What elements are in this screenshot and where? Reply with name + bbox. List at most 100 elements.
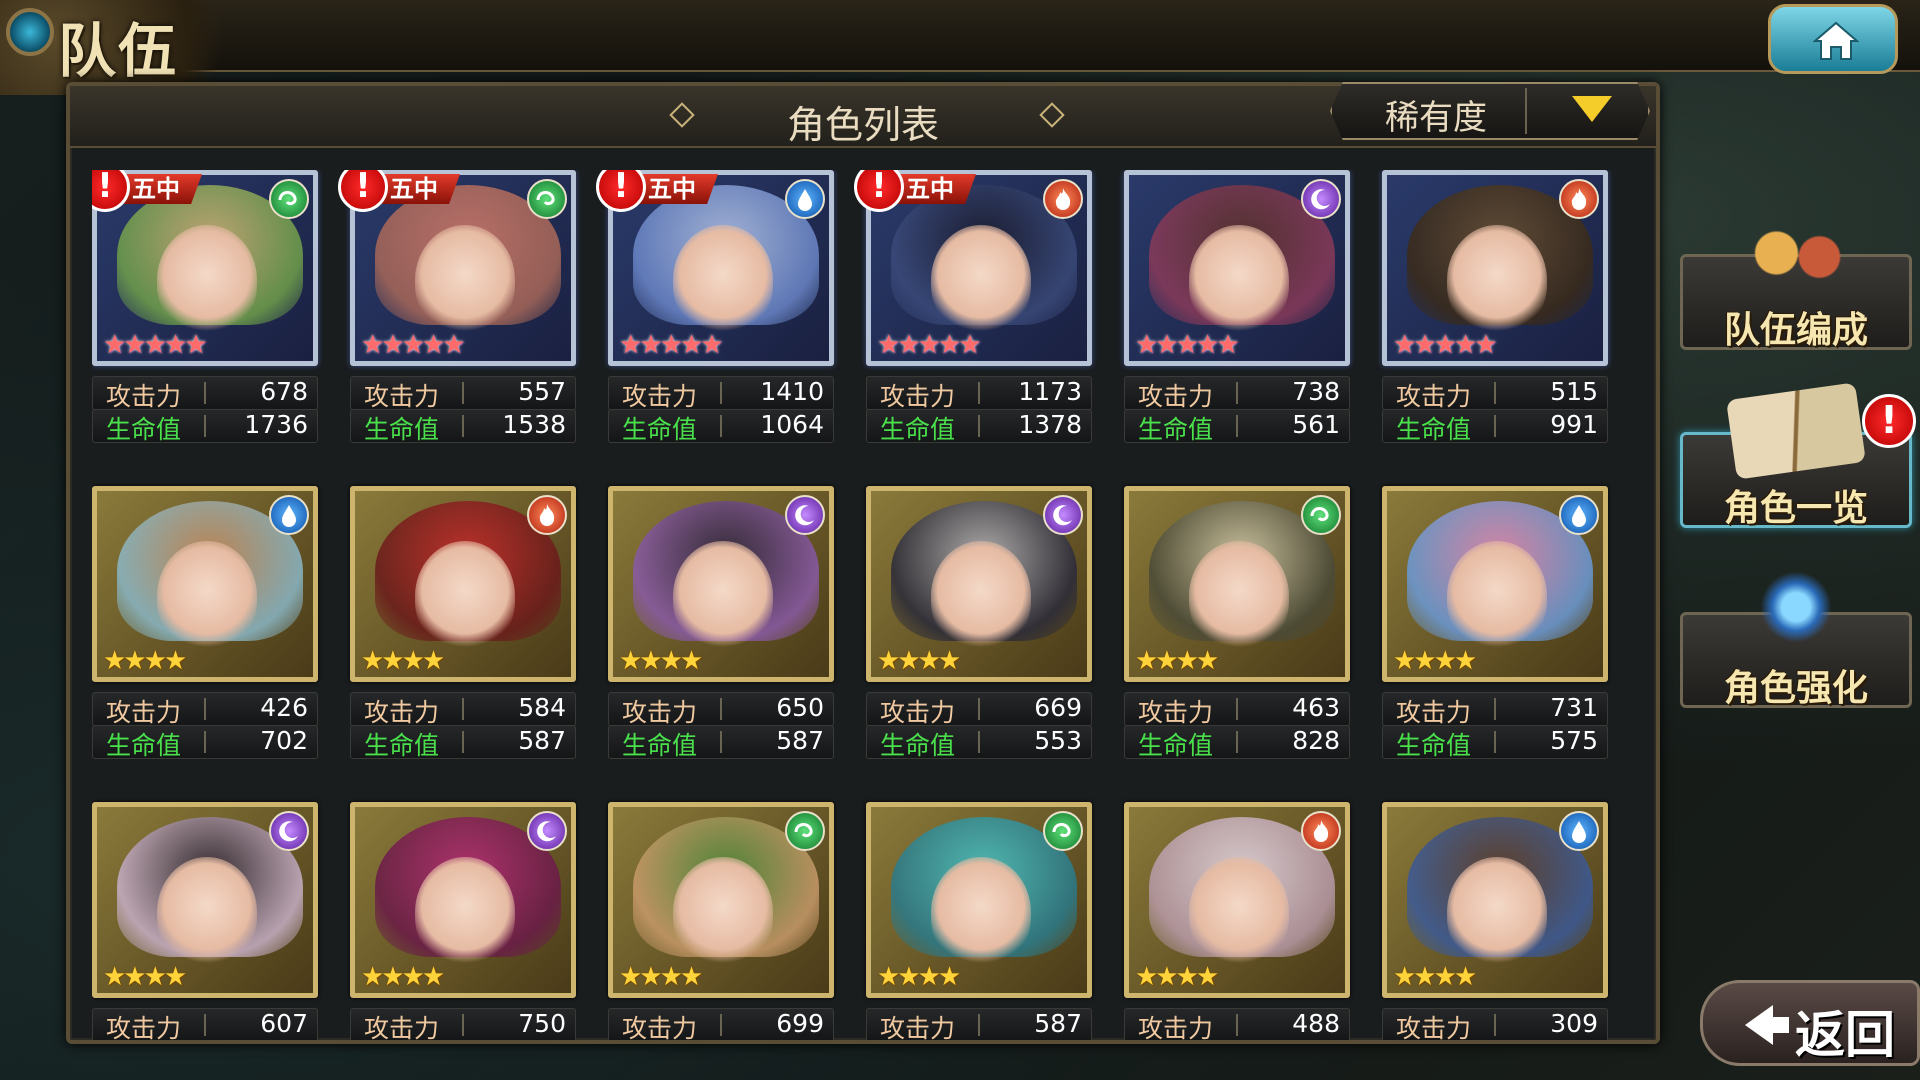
attack-value: 750	[518, 1009, 566, 1038]
character-card[interactable]: ★★★★ 攻击力 650 生命值 587	[608, 486, 834, 786]
screen-title: 队伍	[58, 17, 179, 85]
character-card[interactable]: ★★★★★ 攻击力 515 生命值 991	[1382, 170, 1608, 470]
attack-value: 699	[776, 1009, 824, 1038]
stat-divider	[720, 415, 722, 437]
attack-value: 607	[260, 1009, 308, 1038]
character-card[interactable]: ★★★★★ 五中! 攻击力 1410 生命值 1064	[596, 170, 834, 470]
portrait-face	[673, 541, 773, 651]
character-portrait[interactable]: ★★★★	[1382, 802, 1608, 998]
attack-value: 309	[1550, 1009, 1598, 1038]
hp-value: 587	[518, 726, 566, 755]
rarity-stars: ★★★★	[103, 962, 187, 992]
rarity-stars: ★★★★★	[619, 330, 724, 360]
character-card[interactable]: ★★★★ 攻击力 463 生命值 828	[1124, 486, 1350, 786]
wind-element-icon	[785, 811, 825, 851]
character-card[interactable]: ★★★★ 攻击力 750	[350, 802, 576, 1040]
enhance-crystal-icon	[1731, 571, 1861, 651]
portrait-face	[157, 857, 257, 967]
character-grid: ★★★★★ 五中! 攻击力 678 生命值 1736 ★★★★★ 五中! 攻击力 557 生命值 15…	[92, 170, 1652, 1040]
attack-value: 1410	[760, 377, 824, 406]
sort-dropdown[interactable]: 稀有度	[1330, 82, 1650, 140]
stat-divider	[978, 731, 980, 753]
character-portrait[interactable]: ★★★★	[92, 486, 318, 682]
stat-divider	[1494, 382, 1496, 404]
stat-divider	[1494, 731, 1496, 753]
portrait-face	[415, 541, 515, 651]
character-portrait[interactable]: ★★★★	[608, 486, 834, 682]
attack-label: 攻击力	[364, 1014, 440, 1040]
hp-stat: 生命值 702	[92, 725, 318, 760]
stat-divider	[1494, 1014, 1496, 1036]
portrait-face	[1447, 857, 1547, 967]
character-card[interactable]: ★★★★ 攻击力 426 生命值 702	[92, 486, 318, 786]
character-portrait[interactable]: ★★★★★	[1382, 170, 1608, 366]
character-card[interactable]: ★★★★★ 五中! 攻击力 678 生命值 1736	[92, 170, 318, 470]
stat-divider	[462, 698, 464, 720]
character-portrait[interactable]: ★★★★	[1382, 486, 1608, 682]
character-portrait[interactable]: ★★★★	[350, 486, 576, 682]
character-card[interactable]: ★★★★★ 五中! 攻击力 1173 生命值 1378	[854, 170, 1092, 470]
rarity-stars: ★★★★★	[1135, 330, 1240, 360]
hp-value: 553	[1034, 726, 1082, 755]
portrait-face	[1447, 541, 1547, 651]
character-card[interactable]: ★★★★ 攻击力 584 生命值 587	[350, 486, 576, 786]
gear-icon	[6, 8, 54, 56]
hp-stat: 生命值 1378	[866, 409, 1092, 444]
character-card[interactable]: ★★★★ 攻击力 309	[1382, 802, 1608, 1040]
dark-element-icon	[785, 495, 825, 535]
fire-element-icon	[527, 495, 567, 535]
hp-stat: 生命值 991	[1382, 409, 1608, 444]
attack-label: 攻击力	[106, 698, 182, 727]
character-card[interactable]: ★★★★ 攻击力 607	[92, 802, 318, 1040]
character-portrait[interactable]: ★★★★	[866, 486, 1092, 682]
team-formation-button[interactable]: 队伍编成	[1680, 213, 1912, 351]
stat-divider	[204, 698, 206, 720]
character-portrait[interactable]: ★★★★	[866, 802, 1092, 998]
hp-value: 828	[1292, 726, 1340, 755]
character-portrait[interactable]: ★★★★	[1124, 802, 1350, 998]
character-card[interactable]: ★★★★ 攻击力 587	[866, 802, 1092, 1040]
home-button[interactable]	[1768, 4, 1898, 74]
attack-label: 攻击力	[1396, 382, 1472, 411]
chevron-down-icon[interactable]	[1572, 96, 1612, 122]
character-portrait[interactable]: ★★★★★	[1124, 170, 1350, 366]
stat-divider	[1236, 1014, 1238, 1036]
character-card[interactable]: ★★★★★ 攻击力 738 生命值 561	[1124, 170, 1350, 470]
stat-divider	[204, 415, 206, 437]
hp-value: 991	[1550, 410, 1598, 439]
character-enhance-button[interactable]: 角色强化	[1680, 571, 1912, 709]
attack-label: 攻击力	[1396, 1014, 1472, 1040]
fire-element-icon	[1301, 811, 1341, 851]
character-portrait[interactable]: ★★★★	[92, 802, 318, 998]
attack-label: 攻击力	[1138, 382, 1214, 411]
attack-label: 攻击力	[880, 382, 956, 411]
hp-label: 生命值	[622, 731, 698, 760]
character-card[interactable]: ★★★★ 攻击力 488	[1124, 802, 1350, 1040]
stat-divider	[720, 1014, 722, 1036]
rarity-stars: ★★★★	[877, 646, 961, 676]
rarity-stars: ★★★★	[1393, 646, 1477, 676]
character-list-button[interactable]: 角色一览	[1680, 382, 1912, 529]
hp-value: 1736	[244, 410, 308, 439]
character-portrait[interactable]: ★★★★	[1124, 486, 1350, 682]
attack-value: 669	[1034, 693, 1082, 722]
rarity-stars: ★★★★★	[1393, 330, 1498, 360]
character-card[interactable]: ★★★★★ 五中! 攻击力 557 生命值 1538	[338, 170, 576, 470]
stat-divider	[462, 1014, 464, 1036]
back-button[interactable]: 返回	[1700, 980, 1920, 1066]
attack-value: 557	[518, 377, 566, 406]
character-card[interactable]: ★★★★ 攻击力 669 生命值 553	[866, 486, 1092, 786]
character-portrait[interactable]: ★★★★	[608, 802, 834, 998]
attack-stat: 攻击力 587	[866, 1008, 1092, 1040]
portrait-face	[1189, 857, 1289, 967]
hp-label: 生命值	[622, 415, 698, 444]
in-team-tag: 五中	[898, 174, 976, 204]
stat-divider	[1236, 698, 1238, 720]
character-list-label: 角色一览	[1723, 488, 1868, 529]
portrait-face	[415, 225, 515, 335]
attack-value: 488	[1292, 1009, 1340, 1038]
character-portrait[interactable]: ★★★★	[350, 802, 576, 998]
hp-stat: 生命值 587	[350, 725, 576, 760]
character-card[interactable]: ★★★★ 攻击力 699	[608, 802, 834, 1040]
character-card[interactable]: ★★★★ 攻击力 731 生命值 575	[1382, 486, 1608, 786]
